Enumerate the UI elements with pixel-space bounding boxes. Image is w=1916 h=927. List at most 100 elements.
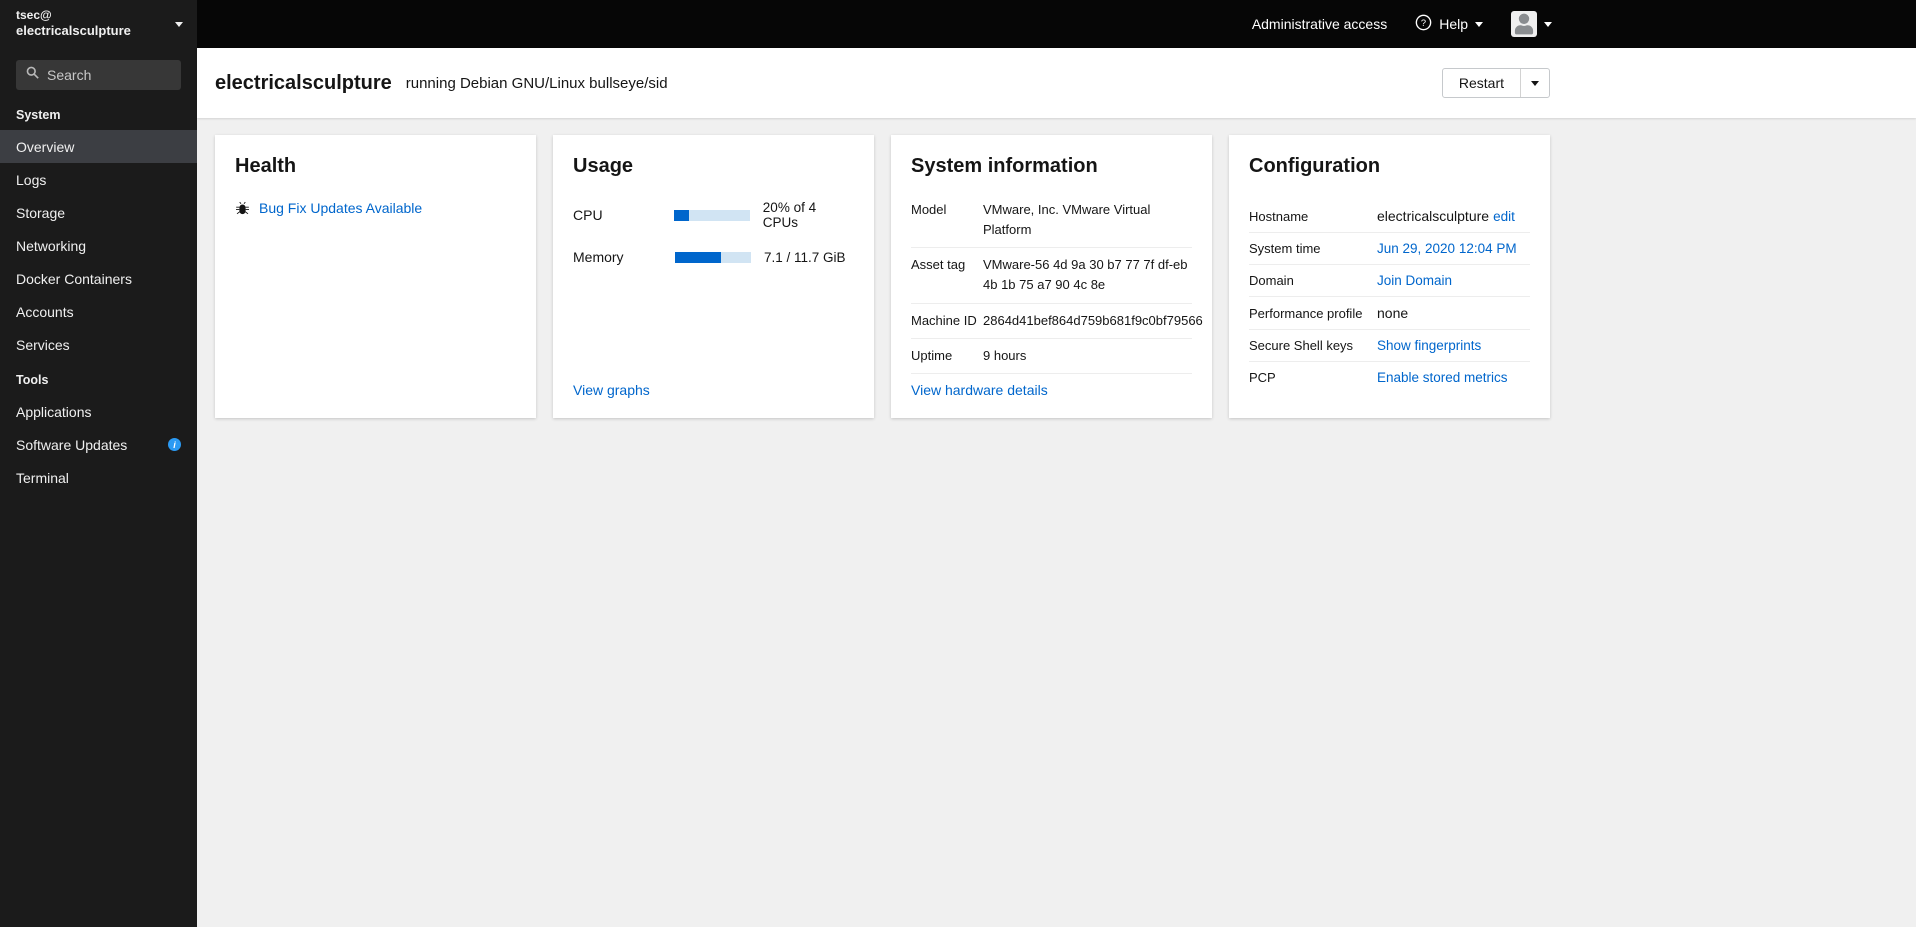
config-value: Enable stored metrics — [1377, 370, 1530, 385]
page-title: electricalsculpture — [215, 71, 392, 94]
topbar: Administrative access ? Help — [197, 0, 1916, 48]
config-value: none — [1377, 305, 1530, 321]
sidebar-item-applications[interactable]: Applications — [0, 395, 197, 428]
card-title: System information — [911, 155, 1098, 177]
sidebar-item-docker-containers[interactable]: Docker Containers — [0, 262, 197, 295]
usage-label: Memory — [573, 249, 624, 265]
usage-rows: CPU 20% of 4 CPUs Memory 7.1 / 11.7 GiB — [573, 200, 854, 284]
restart-button[interactable]: Restart — [1443, 69, 1520, 97]
restart-split-button: Restart — [1441, 68, 1550, 98]
chevron-down-icon — [1544, 21, 1552, 27]
info-label: Model — [911, 202, 947, 217]
usage-progress-fill — [673, 209, 689, 221]
masthead: electricalsculpture running Debian GNU/L… — [197, 48, 1916, 118]
info-value: VMware-56 4d 9a 30 b7 77 7f df-eb 4b 1b … — [983, 257, 1188, 293]
config-label: Hostname — [1249, 209, 1309, 224]
config-value: Join Domain — [1377, 273, 1530, 288]
help-label: Help — [1439, 16, 1468, 32]
os-description: running Debian GNU/Linux bullseye/sid — [405, 74, 668, 92]
sidebar-nav: System Overview Logs Storage Networking Docke… — [0, 96, 197, 494]
administrative-access-label: Administrative access — [1251, 16, 1388, 32]
config-text: electricalsculpture — [1377, 208, 1490, 224]
configuration-card: Configuration Hostname electricalsculptur… — [1229, 135, 1550, 418]
usage-progress-fill — [675, 251, 722, 263]
info-badge-icon: i — [168, 438, 181, 451]
nav-item-label: Storage — [16, 204, 66, 221]
info-row-machine-id: Machine ID 2864d41bef864d759b681f9c0bf795… — [911, 304, 1203, 339]
restart-dropdown-toggle[interactable] — [1520, 69, 1549, 97]
masthead-inner: electricalsculpture running Debian GNU/L… — [197, 48, 1568, 118]
username: tsec@ — [16, 7, 52, 22]
sidebar-item-storage[interactable]: Storage — [0, 196, 197, 229]
bug-fix-updates-link[interactable]: Bug Fix Updates Available — [259, 200, 422, 216]
view-hardware-details-link[interactable]: View hardware details — [911, 382, 1192, 398]
config-row-pcp: PCP Enable stored metrics — [1249, 362, 1530, 393]
nav-item-label: Overview — [16, 138, 75, 155]
config-link-join-domain[interactable]: Join Domain — [1377, 273, 1452, 288]
config-text: none — [1377, 305, 1409, 321]
usage-label: CPU — [573, 207, 603, 223]
nav-item-label: Applications — [16, 403, 92, 420]
sidebar-item-overview[interactable]: Overview — [0, 130, 197, 163]
nav-item-label: Accounts — [16, 303, 74, 320]
config-link-enable-stored-metrics[interactable]: Enable stored metrics — [1377, 370, 1508, 385]
sidebar-item-networking[interactable]: Networking — [0, 229, 197, 262]
main-area: Administrative access ? Help electricals… — [197, 0, 1916, 927]
host-switcher-label: tsec@ electricalsculpture — [16, 8, 131, 40]
usage-row-cpu: CPU 20% of 4 CPUs — [573, 200, 854, 230]
sidebar-item-logs[interactable]: Logs — [0, 163, 197, 196]
nav-item-label: Terminal — [16, 469, 69, 486]
info-label: Uptime — [911, 347, 953, 363]
usage-value: 20% of 4 CPUs — [762, 200, 817, 230]
card-title: Health — [235, 155, 297, 177]
config-label: Performance profile — [1249, 306, 1363, 321]
config-link-edit[interactable]: edit — [1493, 209, 1515, 224]
sidebar-item-software-updates[interactable]: Software Updates i — [0, 428, 197, 461]
usage-card: Usage CPU 20% of 4 CPUs Memory 7.1 / 11.7 G… — [553, 135, 874, 418]
config-value: electricalsculpture edit — [1377, 208, 1530, 224]
view-graphs-link[interactable]: View graphs — [573, 382, 854, 398]
info-label: Asset tag — [911, 257, 966, 273]
usage-progress-track — [675, 251, 751, 263]
chevron-down-icon — [175, 21, 183, 27]
host-switcher[interactable]: tsec@ electricalsculpture — [0, 0, 197, 48]
info-value: 2864d41bef864d759b681f9c0bf79566 — [983, 312, 1203, 328]
topbar-inner: Administrative access ? Help — [197, 0, 1568, 48]
search-input[interactable] — [47, 67, 167, 83]
config-link-show-fingerprints[interactable]: Show fingerprints — [1377, 338, 1481, 353]
nav-item-label: Logs — [16, 171, 47, 188]
bug-icon — [235, 201, 250, 216]
config-row-domain: Domain Join Domain — [1249, 265, 1530, 297]
sidebar-item-accounts[interactable]: Accounts — [0, 295, 197, 328]
overview-cards: Health Bug Fix Updates Available Usage C… — [215, 135, 1898, 418]
nav-item-label: Services — [16, 336, 70, 353]
avatar — [1511, 11, 1537, 37]
nav-item-label: Docker Containers — [16, 270, 132, 287]
help-icon: ? — [1415, 14, 1432, 34]
config-row-hostname: Hostname electricalsculpture edit — [1249, 200, 1530, 233]
search-box[interactable] — [16, 60, 181, 90]
config-row-secure-shell-keys: Secure Shell keys Show fingerprints — [1249, 330, 1530, 362]
svg-text:?: ? — [1421, 18, 1426, 28]
nav-section-title-tools: Tools — [16, 373, 49, 387]
config-label: PCP — [1249, 370, 1276, 385]
search-icon — [26, 66, 39, 84]
info-row-asset-tag: Asset tag VMware-56 4d 9a 30 b7 77 7f df-… — [911, 248, 1192, 304]
config-link-jun-29-2020-12-04-pm[interactable]: Jun 29, 2020 12:04 PM — [1377, 241, 1517, 256]
system-information-card: System information Model VMware, Inc. VMw… — [891, 135, 1212, 418]
configuration-rows: Hostname electricalsculpture edit System ti… — [1249, 200, 1530, 393]
config-label: Secure Shell keys — [1249, 338, 1354, 353]
health-card: Health Bug Fix Updates Available — [215, 135, 536, 418]
help-menu-button[interactable]: ? Help — [1415, 14, 1483, 34]
session-menu-button[interactable] — [1511, 11, 1552, 37]
info-value: 9 hours — [983, 347, 1027, 363]
nav-item-label: Networking — [16, 237, 87, 254]
sidebar-item-services[interactable]: Services — [0, 328, 197, 361]
administrative-access-button[interactable]: Administrative access — [1252, 16, 1387, 32]
info-row-model: Model VMware, Inc. VMware Virtual Platfor… — [911, 200, 1192, 249]
config-row-performance-profile: Performance profile none — [1249, 297, 1530, 330]
card-title: Configuration — [1249, 155, 1381, 177]
sidebar-item-terminal[interactable]: Terminal — [0, 461, 197, 494]
hostname: electricalsculpture — [16, 23, 131, 39]
usage-progress-track — [673, 209, 750, 221]
